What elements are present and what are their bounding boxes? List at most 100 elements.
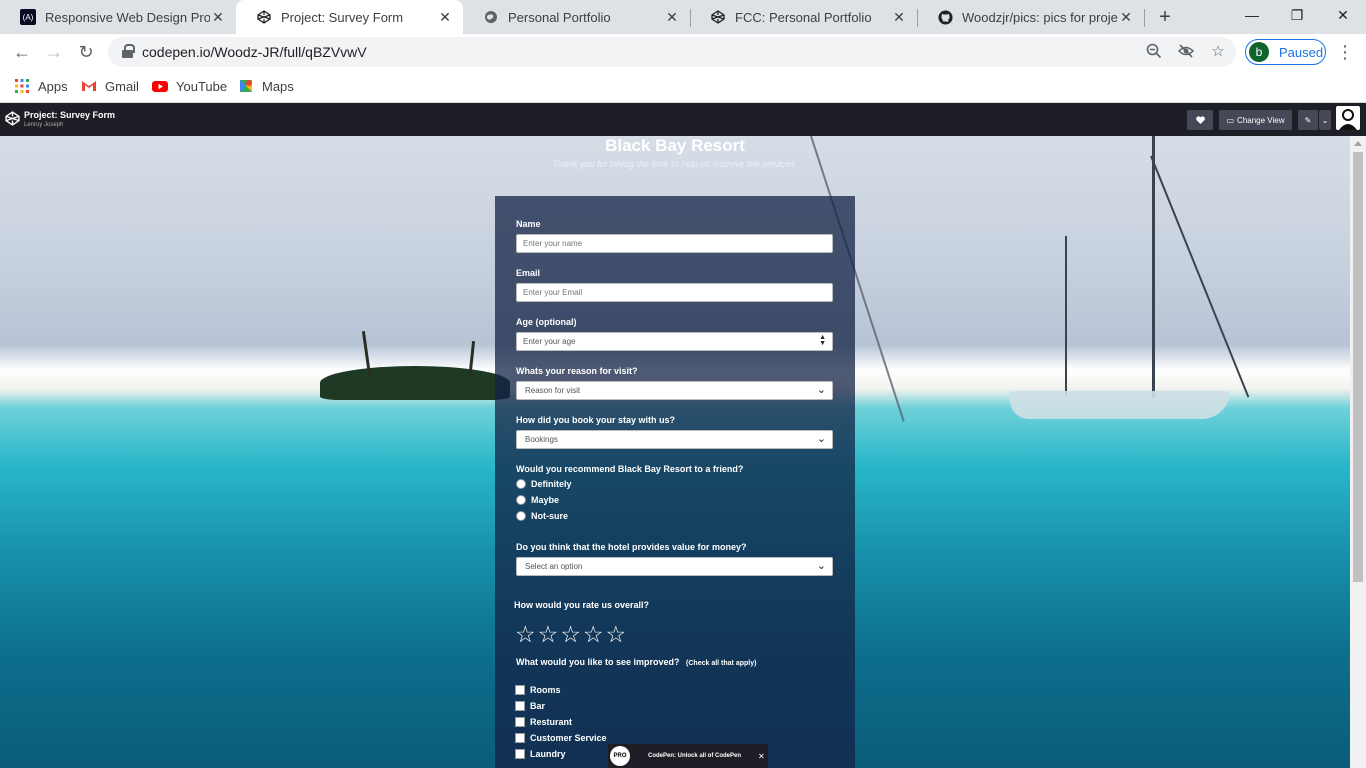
bookmarks-bar: Apps Gmail YouTube Maps [0, 70, 1366, 103]
close-icon[interactable]: ✕ [437, 9, 453, 25]
bookmark-label: Gmail [105, 78, 139, 94]
gmail-icon [82, 81, 96, 91]
page-title: Black Bay Resort [605, 136, 745, 155]
close-icon[interactable]: ✕ [1118, 9, 1134, 25]
checkbox-laundry[interactable]: Laundry [515, 749, 566, 759]
lock-icon[interactable] [122, 44, 135, 58]
user-avatar-icon [1339, 109, 1357, 130]
checkbox[interactable] [515, 733, 525, 743]
github-icon [937, 9, 953, 25]
checkbox-rooms[interactable]: Rooms [515, 685, 561, 695]
star-icon[interactable]: ☆ [538, 621, 559, 647]
youtube-icon [152, 81, 168, 92]
change-view-button[interactable]: ▭ Change View [1219, 110, 1292, 130]
radio-not-sure[interactable]: Not-sure [516, 511, 568, 521]
tab-survey-form[interactable]: Project: Survey Form ✕ [236, 0, 463, 34]
radio-button[interactable] [516, 495, 526, 505]
checkbox-label: Resturant [530, 717, 573, 727]
age-label: Age (optional) [516, 317, 577, 327]
bookmark-gmail[interactable]: Gmail [81, 76, 139, 96]
star-icon[interactable]: ☆ [560, 621, 581, 647]
radio-button[interactable] [516, 479, 526, 489]
heart-button[interactable] [1187, 110, 1213, 130]
eye-off-icon[interactable] [1177, 43, 1195, 61]
checkbox[interactable] [515, 749, 525, 759]
recommend-label: Would you recommend Black Bay Resort to … [516, 464, 744, 474]
pin-dropdown-button[interactable]: ⌄ [1319, 110, 1331, 130]
bookmark-maps[interactable]: Maps [238, 76, 294, 96]
codepen-pro-banner[interactable]: PRO CodePen: Unlock all of CodePen ✕ [608, 744, 768, 768]
address-bar[interactable]: codepen.io/Woodz-JR/full/qBZVvwV ☆ [108, 37, 1236, 67]
bookmark-apps[interactable]: Apps [14, 76, 68, 96]
layout-icon: ▭ [1226, 115, 1235, 125]
page-scrollbar[interactable] [1350, 136, 1366, 768]
checkbox-label: Laundry [530, 749, 566, 759]
value-label: Do you think that the hotel provides val… [516, 542, 747, 552]
star-icon[interactable]: ☆ [583, 621, 604, 647]
star-icon[interactable]: ☆ [606, 621, 627, 647]
background-boat [1010, 391, 1230, 419]
pin-button[interactable]: ✎ [1298, 110, 1318, 130]
tab-github-pics[interactable]: Woodzjr/pics: pics for project ✕ [917, 0, 1144, 34]
close-icon[interactable]: ✕ [891, 9, 907, 25]
chevron-down-icon: ⌄ [816, 433, 826, 445]
reload-button[interactable]: ↻ [73, 39, 99, 65]
pen-author[interactable]: Lenroy Joseph [24, 122, 63, 128]
url-text[interactable]: codepen.io/Woodz-JR/full/qBZVvwV [142, 44, 367, 60]
value-select[interactable]: Select an option ⌄ [516, 557, 833, 576]
checkbox[interactable] [515, 685, 525, 695]
email-input[interactable] [516, 283, 833, 302]
tab-personal-portfolio[interactable]: Personal Portfolio ✕ [463, 0, 690, 34]
bookmark-label: Maps [262, 78, 294, 94]
star-bookmark-icon[interactable]: ☆ [1209, 43, 1227, 61]
tab-fcc-portfolio[interactable]: FCC: Personal Portfolio ✕ [690, 0, 917, 34]
reason-select-value: Reason for visit [525, 386, 581, 395]
new-tab-button[interactable]: + [1154, 6, 1176, 28]
booking-select[interactable]: Bookings ⌄ [516, 430, 833, 449]
restore-button[interactable]: ❐ [1274, 0, 1320, 30]
spinner-icon[interactable]: ▲ ▼ [819, 334, 826, 347]
pro-badge: PRO [610, 746, 630, 766]
background-rigging [1150, 155, 1250, 398]
forward-button[interactable]: → [41, 39, 67, 65]
age-input[interactable]: Enter your age ▲ ▼ [516, 332, 833, 351]
profile-button[interactable]: b Paused [1245, 39, 1326, 65]
scroll-up-icon[interactable] [1354, 141, 1362, 146]
close-window-button[interactable]: ✕ [1320, 0, 1366, 30]
tab-label: Project: Survey Form [281, 9, 404, 25]
checkbox-bar[interactable]: Bar [515, 701, 545, 711]
radio-label: Maybe [531, 495, 560, 505]
star-icon[interactable]: ☆ [515, 621, 536, 647]
menu-icon[interactable]: ⋮ [1336, 40, 1354, 64]
checkbox-customer-service[interactable]: Customer Service [515, 733, 607, 743]
codepen-logo-icon[interactable] [5, 111, 20, 126]
promo-text[interactable]: CodePen: Unlock all of CodePen [648, 753, 741, 759]
minimize-button[interactable]: — [1229, 0, 1275, 30]
back-button[interactable]: ← [9, 39, 35, 65]
checkbox-label: Customer Service [530, 733, 607, 743]
close-icon[interactable]: ✕ [210, 9, 226, 25]
bookmark-youtube[interactable]: YouTube [152, 76, 227, 96]
close-icon[interactable]: ✕ [758, 752, 765, 761]
booking-label: How did you book your stay with us? [516, 415, 676, 425]
user-avatar[interactable] [1336, 106, 1360, 130]
bookmark-label: Apps [38, 78, 68, 94]
radio-maybe[interactable]: Maybe [516, 495, 559, 505]
checkbox-resturant[interactable]: Resturant [515, 717, 572, 727]
close-icon[interactable]: ✕ [664, 9, 680, 25]
radio-button[interactable] [516, 511, 526, 521]
zoom-icon[interactable] [1145, 43, 1163, 61]
star-rating[interactable]: ☆ ☆ ☆ ☆ ☆ [515, 621, 626, 647]
email-label: Email [516, 268, 541, 278]
tab-fcc-projects[interactable]: (A) Responsive Web Design Projec ✕ [0, 0, 236, 34]
checkbox[interactable] [515, 701, 525, 711]
background-island [320, 366, 510, 400]
scrollbar-thumb[interactable] [1353, 152, 1363, 582]
codepen-icon [256, 9, 272, 25]
chevron-down-icon: ⌄ [816, 384, 826, 396]
reason-select[interactable]: Reason for visit ⌄ [516, 381, 833, 400]
name-input[interactable] [516, 234, 833, 253]
radio-definitely[interactable]: Definitely [516, 479, 572, 489]
checkbox[interactable] [515, 717, 525, 727]
improve-hint: (Check all that apply) [686, 660, 757, 667]
